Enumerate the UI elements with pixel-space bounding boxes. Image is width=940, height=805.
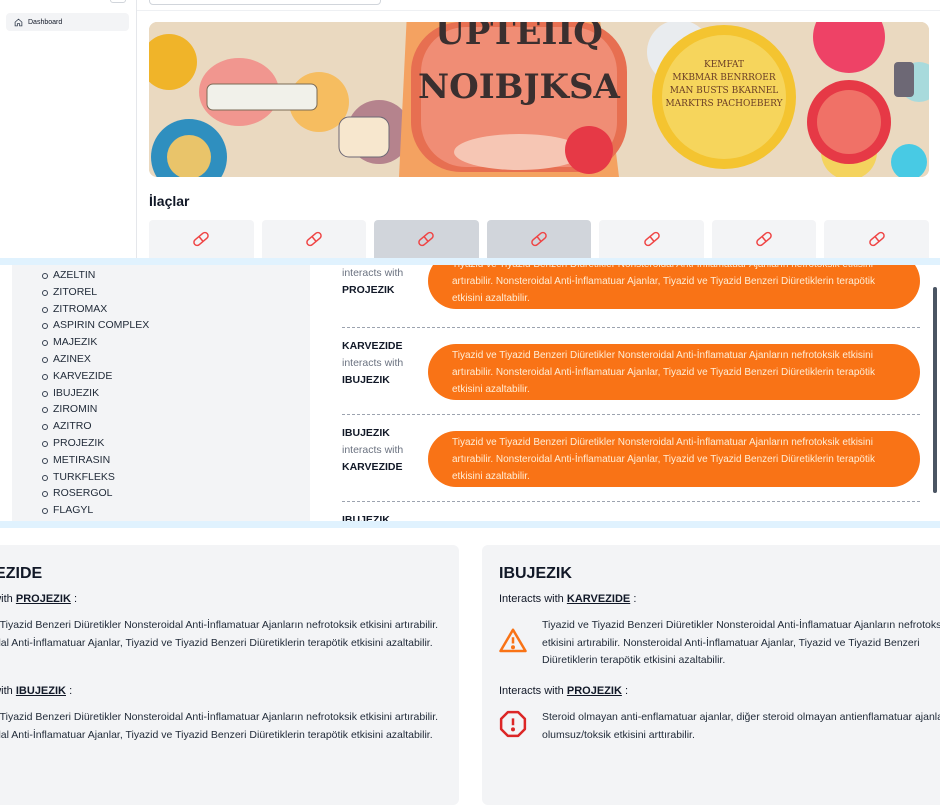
svg-text:UPTEIIQ: UPTEIIQ (435, 22, 603, 53)
drug-link[interactable]: KARVEZIDE (567, 593, 630, 605)
interaction-description: Tiyazid ve Tiyazid Benzeri Diüretikler N… (0, 619, 439, 649)
drug-card[interactable] (824, 220, 930, 258)
interaction-source: IBUJEZIK (342, 514, 390, 521)
drug-card-selected[interactable] (486, 220, 592, 258)
svg-text:MKBMAR BENRROER: MKBMAR BENRROER (672, 73, 775, 83)
drug-card[interactable] (711, 220, 817, 258)
list-item[interactable]: MAJEZIK (42, 334, 149, 351)
list-item[interactable]: ASPIRIN COMPLEX (42, 317, 149, 334)
svg-text:NOIBJKSA: NOIBJKSA (418, 67, 621, 107)
svg-text:KEMFAT: KEMFAT (704, 60, 744, 70)
svg-text:MAN BUSTS BKARNEL: MAN BUSTS BKARNEL (670, 86, 779, 96)
interacts-label: interacts with (342, 267, 404, 279)
list-item[interactable]: AZELTIN (42, 267, 149, 284)
sidebar-item-label: Dashboard (28, 18, 63, 26)
pill-icon (756, 231, 772, 247)
list-item[interactable]: KARVEZIDE (42, 368, 149, 385)
interacts-label: interacts with (342, 444, 404, 456)
drug-detail-card-left: KARVEZIDE Interacts with PROJEZIK : Tiya… (0, 545, 459, 805)
interaction-source: KARVEZIDE (342, 340, 403, 352)
home-icon (14, 18, 23, 26)
list-item[interactable]: ZITROMAX (42, 301, 149, 318)
sidebar-item-dashboard[interactable]: Dashboard (6, 13, 129, 31)
interaction-target: KARVEZIDE (342, 461, 403, 473)
list-item[interactable]: METIRASIN (42, 452, 149, 469)
card-title: IBUJEZIK (499, 565, 572, 582)
header-divider (137, 10, 940, 11)
interaction-description: Tiyazid ve Tiyazid Benzeri Diüretikler N… (0, 711, 439, 741)
list-item[interactable]: AZINEX (42, 351, 149, 368)
list-item[interactable]: TURKFLEKS (42, 469, 149, 486)
sidebar: Dashboard (0, 0, 137, 258)
interaction-row: IBUJEZIK (342, 502, 920, 521)
list-item[interactable]: ZIROMIN (42, 401, 149, 418)
interaction-description: Steroid olmayan anti-enflamatuar ajanlar… (542, 711, 940, 741)
interaction-target: PROJEZIK (342, 284, 395, 296)
alert-octagon-icon (499, 710, 527, 738)
drug-card-row (149, 220, 930, 258)
drug-list-panel: AZELTIN ZITOREL ZITROMAX ASPIRIN COMPLEX… (12, 265, 310, 521)
drug-list: AZELTIN ZITOREL ZITROMAX ASPIRIN COMPLEX… (42, 267, 149, 519)
card-title: KARVEZIDE (0, 565, 43, 582)
drug-link[interactable]: PROJEZIK (567, 685, 622, 697)
drug-detail-card-right: IBUJEZIK Interacts with KARVEZIDE : Tiya… (482, 545, 940, 805)
sidebar-toggle[interactable] (110, 0, 126, 3)
pill-icon (643, 231, 660, 247)
interaction-row: KARVEZIDE interacts with IBUJEZIK Tiyazi… (342, 328, 920, 415)
scrollbar[interactable] (933, 287, 937, 493)
interacts-with-line: Interacts with IBUJEZIK : (0, 685, 73, 697)
drug-card[interactable] (261, 220, 367, 258)
drugs-heading: İlaçlar (149, 193, 190, 209)
pill-icon (418, 231, 435, 247)
interacts-with-line: Interacts with PROJEZIK : (499, 685, 629, 697)
drug-card-selected[interactable] (374, 220, 479, 258)
interaction-overlay: AZELTIN ZITOREL ZITROMAX ASPIRIN COMPLEX… (0, 258, 940, 528)
banner-image: UPTEIIQ NOIBJKSA KEMFAT MKBMAR BENRROER … (149, 22, 929, 177)
pill-icon (531, 231, 547, 247)
pill-icon (306, 231, 322, 247)
interaction-source: IBUJEZIK (342, 427, 390, 439)
pill-icon (193, 231, 210, 247)
drug-card[interactable] (149, 220, 254, 258)
list-item[interactable]: PROJEZIK (42, 435, 149, 452)
interaction-row: interacts with PROJEZIK Tiyazid ve Tiyaz… (342, 265, 920, 328)
interaction-description: Tiyazid ve Tiyazid Benzeri Diüretikler N… (542, 619, 940, 666)
drug-link[interactable]: IBUJEZIK (16, 685, 66, 697)
interacts-with-line: Interacts with KARVEZIDE : (499, 593, 637, 605)
list-item[interactable]: FLAGYL (42, 502, 149, 519)
interaction-row: IBUJEZIK interacts with KARVEZIDE Tiyazi… (342, 415, 920, 502)
warning-triangle-icon (499, 628, 527, 653)
list-item[interactable]: AZITRO (42, 418, 149, 435)
svg-text:MARKTRS PACHOEBERY: MARKTRS PACHOEBERY (665, 99, 783, 109)
pill-icon (868, 231, 885, 247)
list-item[interactable]: IBUJEZIK (42, 385, 149, 402)
drug-link[interactable]: PROJEZIK (16, 593, 71, 605)
interaction-target: IBUJEZIK (342, 374, 390, 386)
interaction-description: Tiyazid ve Tiyazid Benzeri Diüretikler N… (428, 265, 920, 309)
interacts-label: interacts with (342, 357, 404, 369)
list-item[interactable]: ROSERGOL (42, 485, 149, 502)
interactions-list[interactable]: interacts with PROJEZIK Tiyazid ve Tiyaz… (342, 265, 920, 521)
search-input[interactable] (149, 0, 381, 5)
interaction-description: Tiyazid ve Tiyazid Benzeri Diüretikler N… (428, 431, 920, 487)
interaction-description: Tiyazid ve Tiyazid Benzeri Diüretikler N… (428, 344, 920, 400)
list-item[interactable]: ZITOREL (42, 284, 149, 301)
interacts-with-line: Interacts with PROJEZIK : (0, 593, 78, 605)
drug-card[interactable] (599, 220, 704, 258)
